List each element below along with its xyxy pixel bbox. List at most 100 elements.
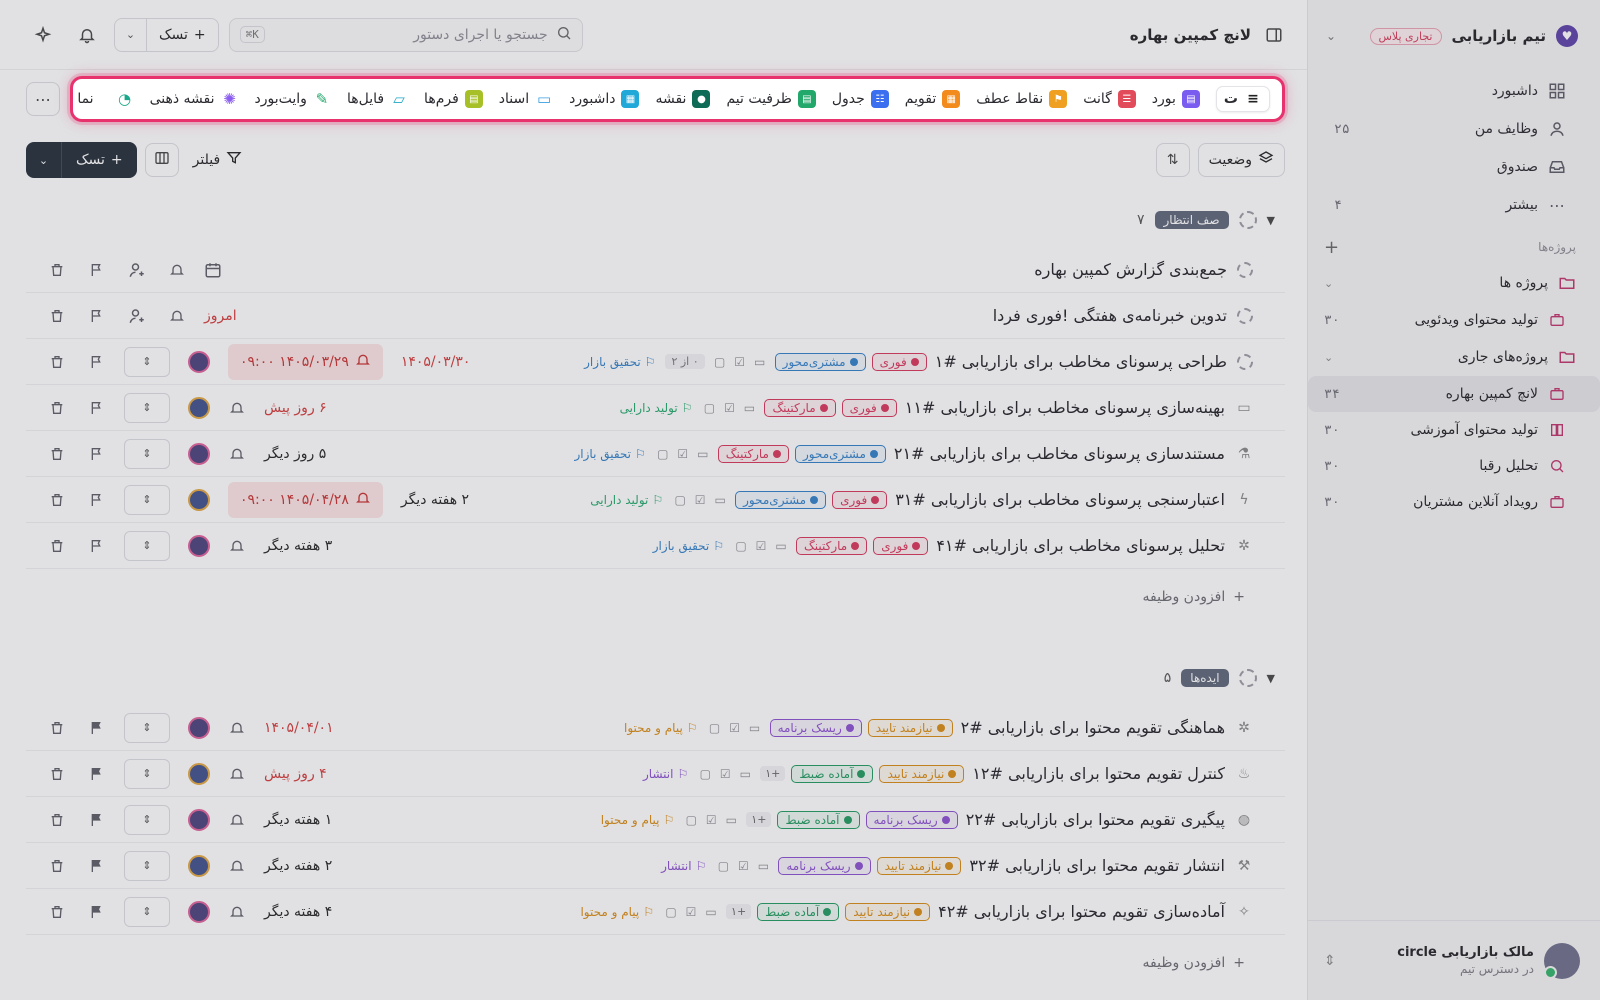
priority-stepper[interactable]: ⇕ (124, 850, 170, 881)
task-status-bug-icon[interactable]: ✲ (1235, 719, 1253, 737)
reminder-chip[interactable]: ۱۴۰۵/۰۴/۲۸ ۰۹:۰۰ (228, 481, 383, 518)
new-task-button[interactable]: + تسک (147, 19, 218, 51)
bell-icon[interactable] (168, 307, 186, 325)
workspace-switcher[interactable]: ♥ تیم بازاریابی تجاری پلاس ⌄ (1308, 0, 1600, 72)
caret-down-icon[interactable]: ▼ (1267, 214, 1275, 227)
task-row[interactable]: ◍ پیگیری تقویم محتوا برای بازاریابی #۲۲ ری… (26, 797, 1285, 843)
task-project-link[interactable]: ⚐ انتشار (643, 767, 688, 781)
trash-icon[interactable] (48, 903, 66, 921)
task-project-link[interactable]: ⚐ تولید دارایی (620, 401, 693, 415)
assignee-avatar[interactable] (188, 854, 210, 877)
task-project-link[interactable]: ⚐ انتشار (661, 859, 706, 873)
task-due-date[interactable]: ۲ هفته دیگر (264, 858, 332, 874)
flag-icon[interactable] (88, 399, 106, 417)
flag-icon[interactable] (88, 537, 106, 555)
tag[interactable]: مشتری‌محور (774, 352, 866, 371)
flag-icon[interactable] (88, 491, 106, 509)
view-tab-0[interactable]: ≡ ت (1215, 86, 1270, 112)
flag-icon[interactable] (88, 903, 106, 921)
tag[interactable]: فوری (871, 352, 927, 371)
bell-icon[interactable] (70, 18, 104, 52)
trash-icon[interactable] (48, 353, 66, 371)
more-tags-badge[interactable]: +۱ (746, 812, 772, 827)
group-header[interactable]: ▼ ایده‌ها ۵ (26, 663, 1285, 693)
flag-icon[interactable] (88, 811, 106, 829)
task-due-date[interactable]: ۱۴۰۵/۰۴/۰۱ (264, 720, 334, 736)
view-tab-10[interactable]: ▤ فرم‌ها (424, 90, 483, 108)
priority-stepper[interactable]: ⇕ (124, 804, 170, 835)
flag-icon[interactable] (88, 353, 106, 371)
sidebar-project-folder_current_items-1[interactable]: تولید محتوای آموزشی ۳۰ (1308, 412, 1600, 448)
tag[interactable]: نیازمند تایید (867, 718, 953, 737)
assignee-avatar[interactable] (188, 762, 210, 785)
trash-icon[interactable] (48, 719, 66, 737)
priority-stepper[interactable]: ⇕ (124, 712, 170, 743)
task-row[interactable]: ✲ هماهنگی تقویم محتوا برای بازاریابی #۲ نی… (26, 705, 1285, 751)
view-tab-12[interactable]: ✎ وایت‌بورد (255, 90, 331, 108)
tag[interactable]: ریسک برنامه (769, 718, 862, 737)
task-project-link[interactable]: ⚐ پیام و محتوا (580, 905, 654, 919)
chevron-down-icon[interactable]: ⌄ (1324, 351, 1333, 364)
task-title[interactable]: اعتبارسنجی پرسونای مخاطب برای بازاریابی … (895, 490, 1225, 509)
trash-icon[interactable] (48, 307, 66, 325)
tag[interactable]: فوری (873, 536, 929, 555)
task-status-fire-icon[interactable]: ♨ (1235, 765, 1253, 783)
flag-icon[interactable] (88, 765, 106, 783)
assignee-avatar[interactable] (188, 534, 210, 557)
priority-stepper[interactable]: ⇕ (124, 346, 170, 377)
task-title[interactable]: کنترل تقویم محتوا برای بازاریابی #۱۲ (972, 764, 1225, 783)
bell-icon[interactable] (228, 537, 246, 555)
task-title[interactable]: آماده‌سازی تقویم محتوا برای بازاریابی #۴… (938, 902, 1225, 921)
sidebar-item-0[interactable]: داشبورد (1318, 72, 1590, 110)
task-project-link[interactable]: ⚐ تحقیق بازار (584, 355, 655, 369)
sidebar-project-folder_projects_items-0[interactable]: تولید محتوای ویدئویی ۳۰ (1308, 302, 1600, 338)
view-tab-6[interactable]: ▤ ظرفیت تیم (726, 90, 816, 108)
tag[interactable]: ریسک برنامه (865, 810, 958, 829)
bell-icon[interactable] (228, 857, 246, 875)
priority-stepper[interactable]: ⇕ (124, 392, 170, 423)
reminder-chip[interactable]: ۱۴۰۵/۰۳/۲۹ ۰۹:۰۰ (228, 343, 383, 380)
trash-icon[interactable] (48, 857, 66, 875)
columns-button[interactable] (144, 143, 179, 177)
task-due-date[interactable]: ۳ هفته دیگر (264, 538, 332, 554)
assignee-avatar[interactable] (188, 488, 210, 511)
view-tab-15[interactable]: نما + (73, 90, 93, 108)
task-project-link[interactable]: ⚐ تولید دارایی (590, 493, 663, 507)
view-tab-7[interactable]: ● نقشه (655, 90, 711, 108)
add-user-icon[interactable] (128, 307, 146, 325)
task-row[interactable]: ⚒ انتشار تقویم محتوا برای بازاریابی #۳۲ نی… (26, 843, 1285, 889)
sidebar-item-3[interactable]: ⋯ بیشتر ۴ (1318, 186, 1590, 224)
add-task-button[interactable]: + افزودن وظیفه (26, 577, 1285, 617)
trash-icon[interactable] (48, 491, 66, 509)
priority-stepper[interactable]: ⇕ (124, 758, 170, 789)
priority-stepper[interactable]: ⇕ (124, 438, 170, 469)
bell-icon[interactable] (228, 765, 246, 783)
caret-down-icon[interactable]: ▼ (1267, 672, 1275, 685)
tag[interactable]: نیازمند تایید (845, 902, 931, 921)
tag[interactable]: نیازمند تایید (879, 764, 965, 783)
flag-icon[interactable] (88, 261, 106, 279)
sidebar-item-2[interactable]: صندوق (1318, 148, 1590, 186)
task-row[interactable]: ✧ آماده‌سازی تقویم محتوا برای بازاریابی #… (26, 889, 1285, 935)
task-status-flask-icon[interactable]: ⚗ (1235, 445, 1253, 463)
bell-icon[interactable] (228, 811, 246, 829)
calendar-icon[interactable] (204, 261, 222, 279)
priority-stepper[interactable]: ⇕ (124, 484, 170, 515)
task-due-date[interactable]: ۱ هفته دیگر (264, 812, 332, 828)
tag[interactable]: نیازمند تایید (876, 856, 962, 875)
sparkles-icon[interactable] (26, 18, 60, 52)
flag-icon[interactable] (88, 857, 106, 875)
assignee-avatar[interactable] (188, 808, 210, 831)
sidebar-item-1[interactable]: وظایف من ۲۵ (1318, 110, 1590, 148)
task-status-palette-icon[interactable]: ◍ (1235, 811, 1253, 829)
task-status-bolt-icon[interactable]: ϟ (1235, 491, 1253, 509)
task-due-date[interactable]: ۶ روز پیش (264, 400, 327, 416)
tag[interactable]: مشتری‌محور (735, 490, 827, 509)
priority-stepper[interactable]: ⇕ (124, 896, 170, 927)
task-due-date[interactable]: ۴ هفته دیگر (264, 904, 332, 920)
task-due-date[interactable]: ۱۴۰۵/۰۳/۳۰ (401, 354, 471, 370)
task-title[interactable]: انتشار تقویم محتوا برای بازاریابی #۳۲ (969, 856, 1225, 875)
trash-icon[interactable] (48, 261, 66, 279)
priority-stepper[interactable]: ⇕ (124, 530, 170, 561)
assignee-avatar[interactable] (188, 396, 210, 419)
